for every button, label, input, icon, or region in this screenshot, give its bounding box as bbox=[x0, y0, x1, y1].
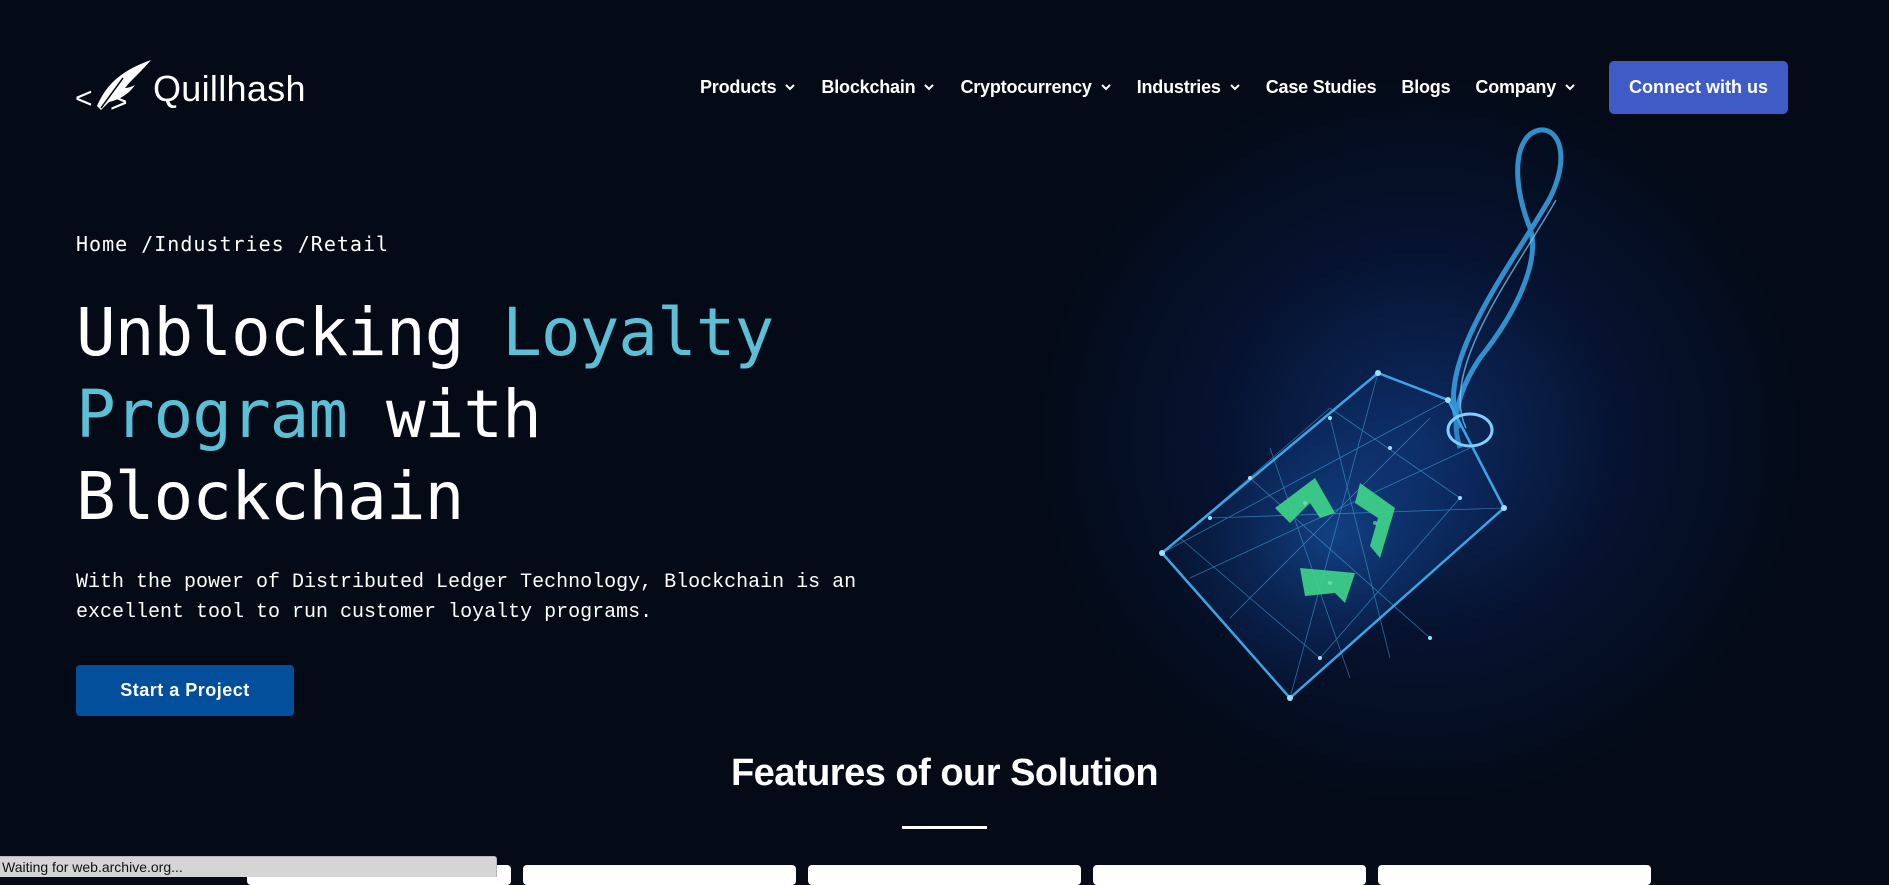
nav-item-cryptocurrency[interactable]: Cryptocurrency bbox=[960, 77, 1111, 98]
nav-item-blockchain[interactable]: Blockchain bbox=[821, 77, 935, 98]
hero-headline: Unblocking Loyalty Program with Blockcha… bbox=[76, 292, 896, 538]
feature-card[interactable] bbox=[1378, 865, 1651, 885]
chevron-down-icon bbox=[1565, 84, 1575, 91]
site-header: < > Quillhash Products Blockchain Crypto… bbox=[0, 0, 1889, 120]
nav-item-label: Products bbox=[700, 76, 777, 97]
nav-item-label: Blockchain bbox=[821, 76, 916, 97]
browser-status-bar: Waiting for web.archive.org... bbox=[0, 856, 497, 877]
main-nav: Products Blockchain Cryptocurrency Indus… bbox=[700, 72, 1601, 102]
hero-description: With the power of Distributed Ledger Tec… bbox=[76, 571, 857, 624]
breadcrumb-current: Retail bbox=[310, 232, 390, 256]
nav-item-products[interactable]: Products bbox=[700, 77, 796, 98]
nav-item-blogs[interactable]: Blogs bbox=[1401, 77, 1450, 98]
headline-part1: Unblocking bbox=[76, 294, 503, 371]
brand-logo[interactable]: < > Quillhash bbox=[75, 58, 306, 120]
chevron-down-icon bbox=[1230, 84, 1240, 91]
chevron-down-icon bbox=[785, 84, 796, 91]
start-project-button[interactable]: Start a Project bbox=[76, 665, 294, 716]
svg-text:<: < bbox=[75, 82, 93, 115]
recycle-tag-icon bbox=[1159, 127, 1564, 701]
quill-code-logo-icon: < > bbox=[75, 60, 151, 119]
breadcrumb-industries[interactable]: Industries bbox=[154, 232, 284, 256]
nav-item-label: Cryptocurrency bbox=[960, 76, 1092, 97]
feature-card[interactable] bbox=[1093, 865, 1366, 885]
nav-item-industries[interactable]: Industries bbox=[1137, 77, 1241, 98]
breadcrumb-home[interactable]: Home bbox=[76, 232, 128, 256]
breadcrumb-separator: / bbox=[128, 232, 155, 256]
features-title: Features of our Solution bbox=[730, 752, 1159, 794]
feature-card[interactable] bbox=[523, 865, 796, 885]
title-underline bbox=[902, 826, 987, 829]
breadcrumb: Home /Industries /Retail bbox=[76, 232, 389, 256]
feature-card[interactable] bbox=[808, 865, 1081, 885]
chevron-down-icon bbox=[1100, 84, 1111, 91]
nav-item-label: Industries bbox=[1136, 76, 1221, 97]
nav-item-label: Blogs bbox=[1401, 76, 1451, 97]
nav-item-label: Company bbox=[1475, 76, 1557, 97]
breadcrumb-separator: / bbox=[284, 232, 311, 256]
connect-with-us-button[interactable]: Connect with us bbox=[1609, 61, 1788, 114]
nav-item-company[interactable]: Company bbox=[1475, 77, 1576, 98]
nav-item-case-studies[interactable]: Case Studies bbox=[1266, 77, 1377, 98]
brand-name: Quillhash bbox=[153, 68, 306, 109]
nav-item-label: Case Studies bbox=[1265, 76, 1377, 97]
chevron-down-icon bbox=[924, 84, 935, 91]
